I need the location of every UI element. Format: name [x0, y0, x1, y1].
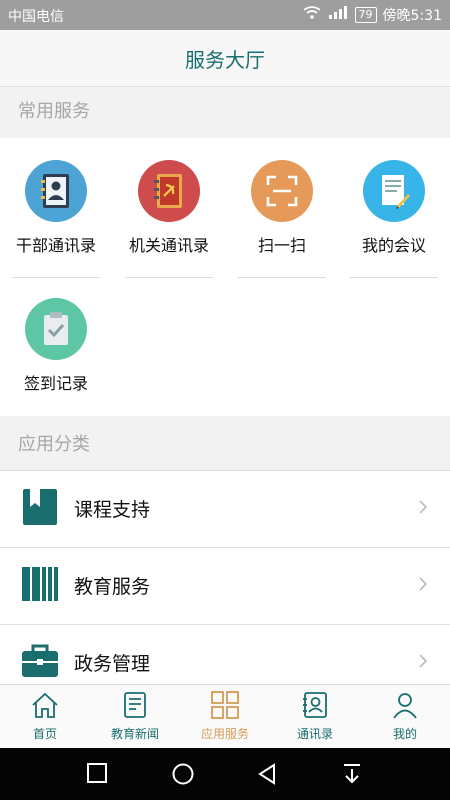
party-book-icon: [138, 160, 200, 222]
list-item-label: 课程支持: [74, 499, 151, 521]
signal-icon: [327, 6, 349, 24]
battery-level: 79: [354, 7, 377, 23]
section-common-services: 常用服务: [18, 101, 90, 122]
status-bar: 中国电信 79 傍晚5:31: [0, 0, 450, 30]
chevron-right-icon: [418, 576, 428, 596]
chevron-right-icon: [418, 499, 428, 519]
tab-label: 首页: [32, 727, 57, 741]
tile-label: 我的会议: [361, 236, 426, 255]
list-item-course-support[interactable]: 课程支持: [0, 470, 450, 548]
apps-icon: [180, 691, 270, 723]
scan-icon: [251, 160, 313, 222]
status-time: 傍晚5:31: [382, 8, 442, 24]
section-categories: 应用分类: [18, 434, 90, 455]
home-icon: [0, 691, 90, 723]
tab-label: 教育新闻: [110, 727, 159, 741]
tab-profile[interactable]: 我的: [360, 685, 450, 749]
tile-label: 扫一扫: [257, 236, 306, 255]
books-icon: [20, 564, 60, 604]
tab-label: 通讯录: [296, 727, 333, 741]
bottom-tab-bar: 首页 教育新闻 应用服务 通讯录 我的: [0, 684, 450, 749]
tab-label: 应用服务: [200, 727, 249, 741]
wifi-icon: [303, 6, 321, 24]
list-item-label: 政务管理: [74, 653, 151, 675]
home-circle-icon[interactable]: [171, 762, 195, 790]
tile-scan[interactable]: 扫一扫: [232, 160, 332, 278]
chevron-right-icon: [418, 653, 428, 673]
list-item-education-service[interactable]: 教育服务: [0, 547, 450, 625]
profile-icon: [360, 691, 450, 723]
tile-label: 签到记录: [23, 374, 88, 393]
services-grid: 干部通讯录 机关通讯录 扫一扫 我的会议 签到记录: [0, 138, 450, 416]
tile-cadre-directory[interactable]: 干部通讯录: [6, 160, 106, 278]
meeting-notes-icon: [363, 160, 425, 222]
carrier-name: 中国电信: [8, 9, 64, 25]
back-triangle-icon[interactable]: [256, 762, 278, 790]
recent-apps-icon[interactable]: [86, 762, 108, 788]
list-item-label: 教育服务: [74, 576, 151, 598]
system-nav-bar: [0, 748, 450, 800]
tab-app-services[interactable]: 应用服务: [180, 685, 270, 749]
briefcase-icon: [20, 641, 60, 681]
tile-office-directory[interactable]: 机关通讯录: [119, 160, 219, 278]
tile-label: 机关通讯录: [128, 236, 209, 255]
tab-education-news[interactable]: 教育新闻: [90, 685, 180, 749]
tab-contacts[interactable]: 通讯录: [270, 685, 360, 749]
list-item-government-affairs[interactable]: 政务管理: [0, 624, 450, 684]
news-icon: [90, 691, 180, 723]
app-header: 服务大厅: [0, 30, 450, 87]
tab-label: 我的: [392, 727, 417, 741]
book-icon: [20, 487, 60, 527]
category-list: 课程支持 教育服务 政务管理: [0, 470, 450, 684]
page-title: 服务大厅: [185, 48, 265, 72]
checkin-clipboard-icon: [25, 298, 87, 360]
notification-pull-icon[interactable]: [340, 762, 364, 790]
contact-book-icon: [25, 160, 87, 222]
tile-label: 干部通讯录: [15, 236, 96, 255]
contacts-icon: [270, 691, 360, 723]
tile-my-meetings[interactable]: 我的会议: [344, 160, 444, 278]
tile-checkin-records[interactable]: 签到记录: [6, 298, 106, 394]
tab-home[interactable]: 首页: [0, 685, 90, 749]
